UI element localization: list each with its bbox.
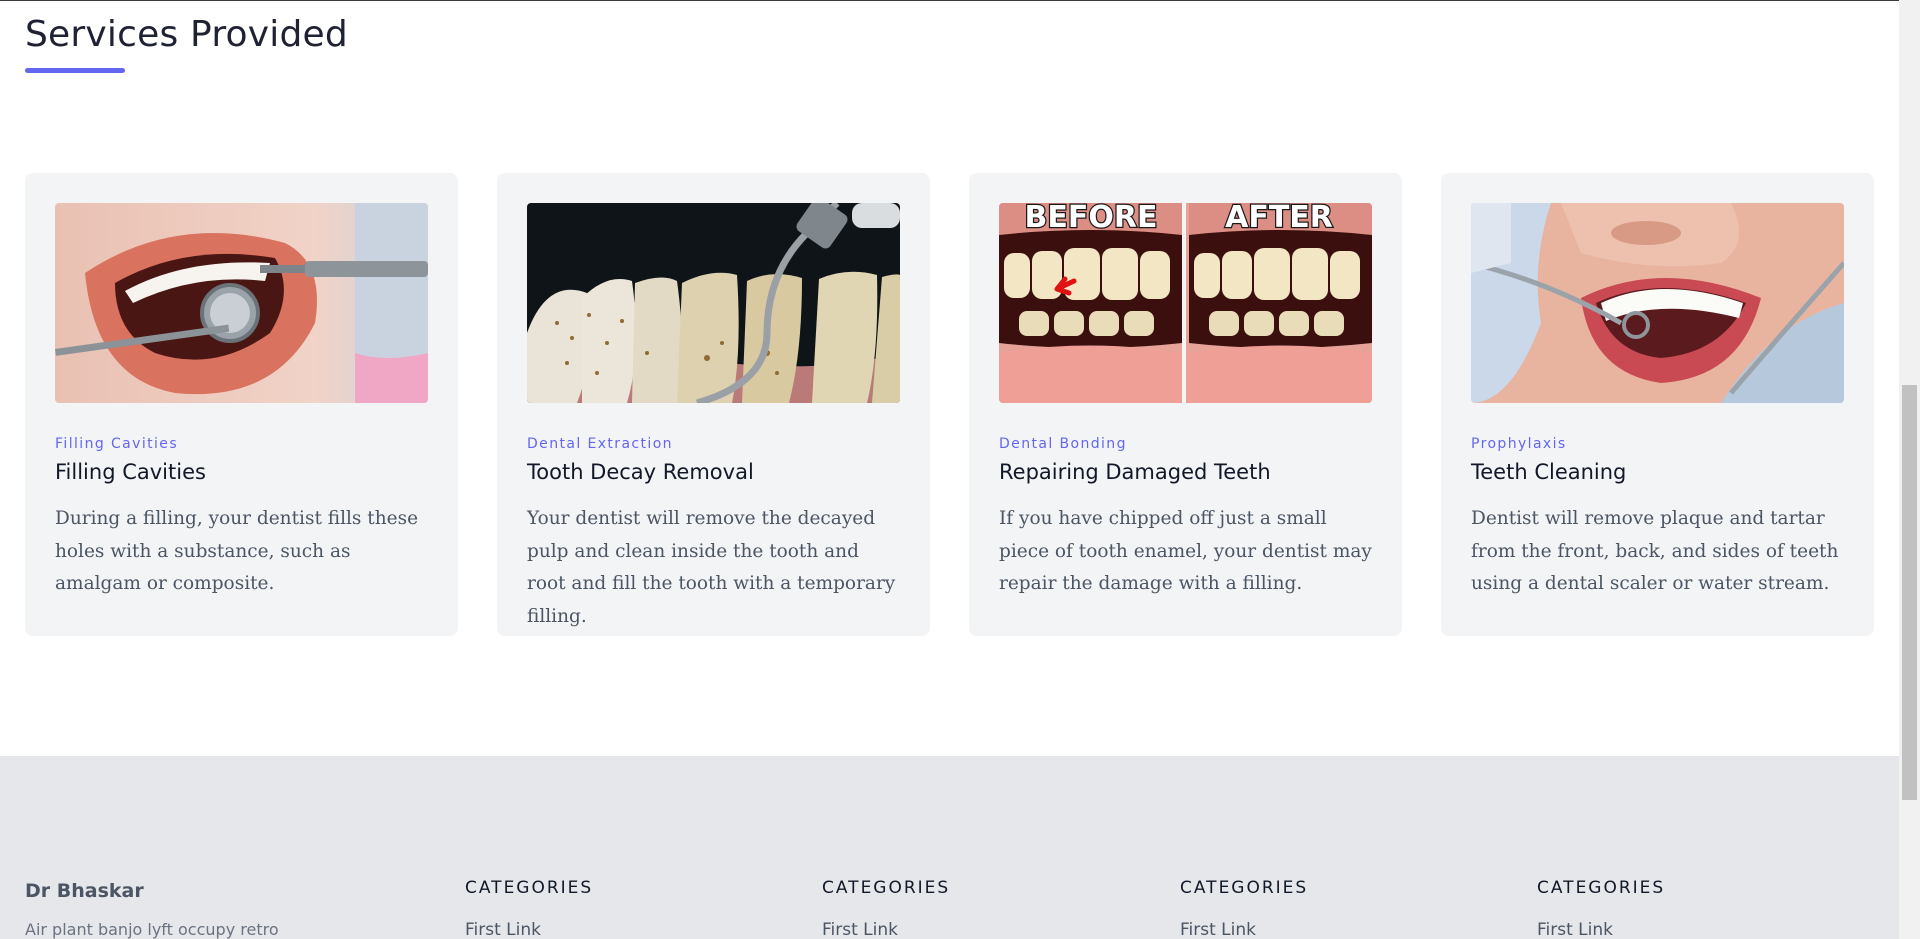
section-title: Services Provided	[25, 14, 348, 55]
service-card: Dental Extraction Tooth Decay Removal Yo…	[497, 173, 930, 636]
service-tag: Dental Bonding	[999, 436, 1127, 452]
service-card: Prophylaxis Teeth Cleaning Dentist will …	[1441, 173, 1874, 636]
service-title: Repairing Damaged Teeth	[999, 460, 1271, 484]
vertical-scrollbar[interactable]	[1899, 0, 1920, 939]
scrollbar-thumb[interactable]	[1902, 385, 1917, 800]
service-title: Filling Cavities	[55, 460, 206, 484]
title-underline	[25, 68, 125, 73]
service-title: Tooth Decay Removal	[527, 460, 754, 484]
footer-column: CATEGORIES First Link	[1537, 878, 1665, 939]
footer-link[interactable]: First Link	[1180, 920, 1308, 939]
service-title: Teeth Cleaning	[1471, 460, 1627, 484]
top-divider	[0, 0, 1899, 1]
footer-link[interactable]: First Link	[1537, 920, 1665, 939]
service-image-cleaning	[1471, 203, 1844, 403]
service-card: BEFORE AFTER Dental Bonding Repairing Da…	[969, 173, 1402, 636]
footer-column-heading: CATEGORIES	[1537, 878, 1666, 898]
service-card: Filling Cavities Filling Cavities During…	[25, 173, 458, 636]
footer: Dr Bhaskar Air plant banjo lyft occupy r…	[0, 756, 1899, 939]
footer-column-heading: CATEGORIES	[822, 878, 951, 898]
footer-brand[interactable]: Dr Bhaskar	[25, 880, 144, 902]
service-description: Dentist will remove plaque and tartar fr…	[1471, 508, 1839, 594]
footer-column-heading: CATEGORIES	[1180, 878, 1309, 898]
footer-link[interactable]: First Link	[465, 920, 593, 939]
service-description: If you have chipped off just a small pie…	[999, 508, 1372, 594]
gloved-dental-cleaning-photo	[1471, 203, 1844, 403]
before-after-teeth-photo: BEFORE AFTER	[999, 203, 1372, 403]
footer-column: CATEGORIES First Link	[465, 878, 593, 939]
service-tag: Prophylaxis	[1471, 436, 1567, 452]
service-image-filling	[55, 203, 428, 403]
service-tag: Dental Extraction	[527, 436, 673, 452]
plaque-scaler-closeup-photo	[527, 203, 900, 403]
footer-link[interactable]: First Link	[822, 920, 950, 939]
footer-column: CATEGORIES First Link	[1180, 878, 1308, 939]
footer-column-heading: CATEGORIES	[465, 878, 594, 898]
service-image-bonding: BEFORE AFTER	[999, 203, 1372, 403]
before-label: BEFORE	[1025, 203, 1158, 235]
footer-description: Air plant banjo lyft occupy retro	[25, 920, 279, 939]
after-label: AFTER	[1225, 203, 1333, 235]
service-tag: Filling Cavities	[55, 436, 179, 452]
service-image-decay	[527, 203, 900, 403]
dental-mirror-smile-photo	[55, 203, 428, 403]
footer-column: CATEGORIES First Link	[822, 878, 950, 939]
services-card-list: Filling Cavities Filling Cavities During…	[25, 173, 1874, 636]
service-description: During a filling, your dentist fills the…	[55, 508, 419, 594]
service-description: Your dentist will remove the decayed pul…	[527, 508, 896, 627]
